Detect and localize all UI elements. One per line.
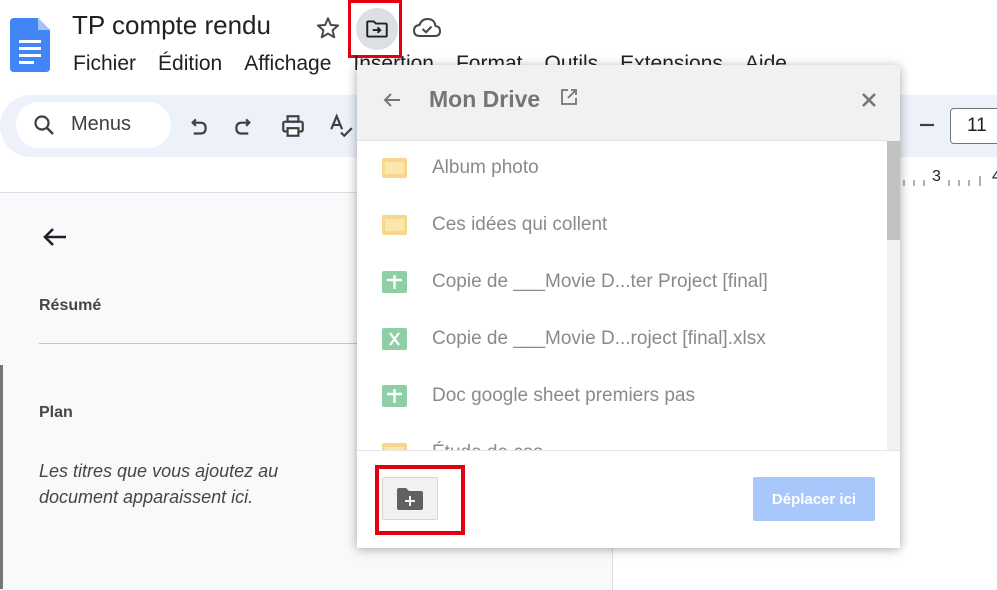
list-item[interactable]: Album photo — [357, 140, 887, 197]
list-item[interactable]: Doc google sheet premiers pas — [357, 368, 887, 425]
item-label: Étude de cas — [432, 442, 543, 450]
summary-label[interactable]: Résumé — [39, 297, 101, 315]
close-icon[interactable] — [858, 89, 880, 111]
spellcheck-icon[interactable] — [328, 113, 354, 139]
folder-icon — [382, 215, 407, 235]
highlight-new-folder — [375, 465, 465, 535]
list-item[interactable]: Copie de ___Movie D...roject [final].xls… — [357, 311, 887, 368]
item-label: Copie de ___Movie D...roject [final].xls… — [432, 328, 766, 349]
print-icon[interactable] — [280, 113, 306, 139]
cloud-saved-icon[interactable] — [412, 15, 442, 41]
outline-hint: Les titres que vous ajoutez au document … — [39, 461, 279, 507]
outline-label: Plan — [39, 404, 73, 421]
decrease-font-size-icon[interactable] — [917, 112, 937, 138]
sheets-icon — [382, 385, 407, 407]
document-title[interactable]: TP compte rendu — [72, 10, 271, 41]
font-size-input[interactable]: 11 — [950, 108, 997, 144]
back-arrow-icon[interactable] — [40, 222, 70, 252]
ruler-tick-label: 3 — [932, 168, 941, 185]
open-in-new-icon[interactable] — [560, 88, 578, 106]
menu-edit[interactable]: Édition — [158, 52, 222, 75]
list-item[interactable]: Ces idées qui collent — [357, 197, 887, 254]
move-here-button[interactable]: Déplacer ici — [753, 477, 875, 521]
list-item[interactable]: Copie de ___Movie D...ter Project [final… — [357, 254, 887, 311]
sheets-icon — [382, 271, 407, 293]
ruler-tick-label-cut: 4 — [992, 168, 997, 185]
divider — [39, 343, 369, 344]
scrollbar-thumb[interactable] — [887, 141, 900, 240]
menu-view[interactable]: Affichage — [244, 52, 331, 75]
star-icon[interactable] — [315, 15, 341, 41]
folder-list: Album photo Ces idées qui collent Copie … — [357, 140, 887, 450]
undo-icon[interactable] — [184, 114, 210, 140]
docs-logo-icon[interactable] — [10, 18, 50, 72]
item-label: Album photo — [432, 157, 539, 178]
redo-icon[interactable] — [232, 114, 258, 140]
panel-edge — [0, 365, 3, 589]
highlight-move-button — [348, 0, 402, 58]
item-label: Ces idées qui collent — [432, 214, 608, 235]
excel-icon — [382, 328, 407, 350]
dialog-title: Mon Drive — [429, 86, 541, 112]
ruler — [903, 176, 981, 186]
list-item[interactable]: Étude de cas — [357, 425, 887, 450]
item-label: Copie de ___Movie D...ter Project [final… — [432, 271, 768, 292]
folder-icon — [382, 443, 407, 450]
search-menus-label: Menus — [71, 113, 132, 135]
search-icon — [34, 115, 54, 135]
dialog-back-icon[interactable] — [380, 88, 404, 112]
menu-file[interactable]: Fichier — [73, 52, 136, 75]
item-label: Doc google sheet premiers pas — [432, 385, 695, 406]
folder-icon — [382, 158, 407, 178]
